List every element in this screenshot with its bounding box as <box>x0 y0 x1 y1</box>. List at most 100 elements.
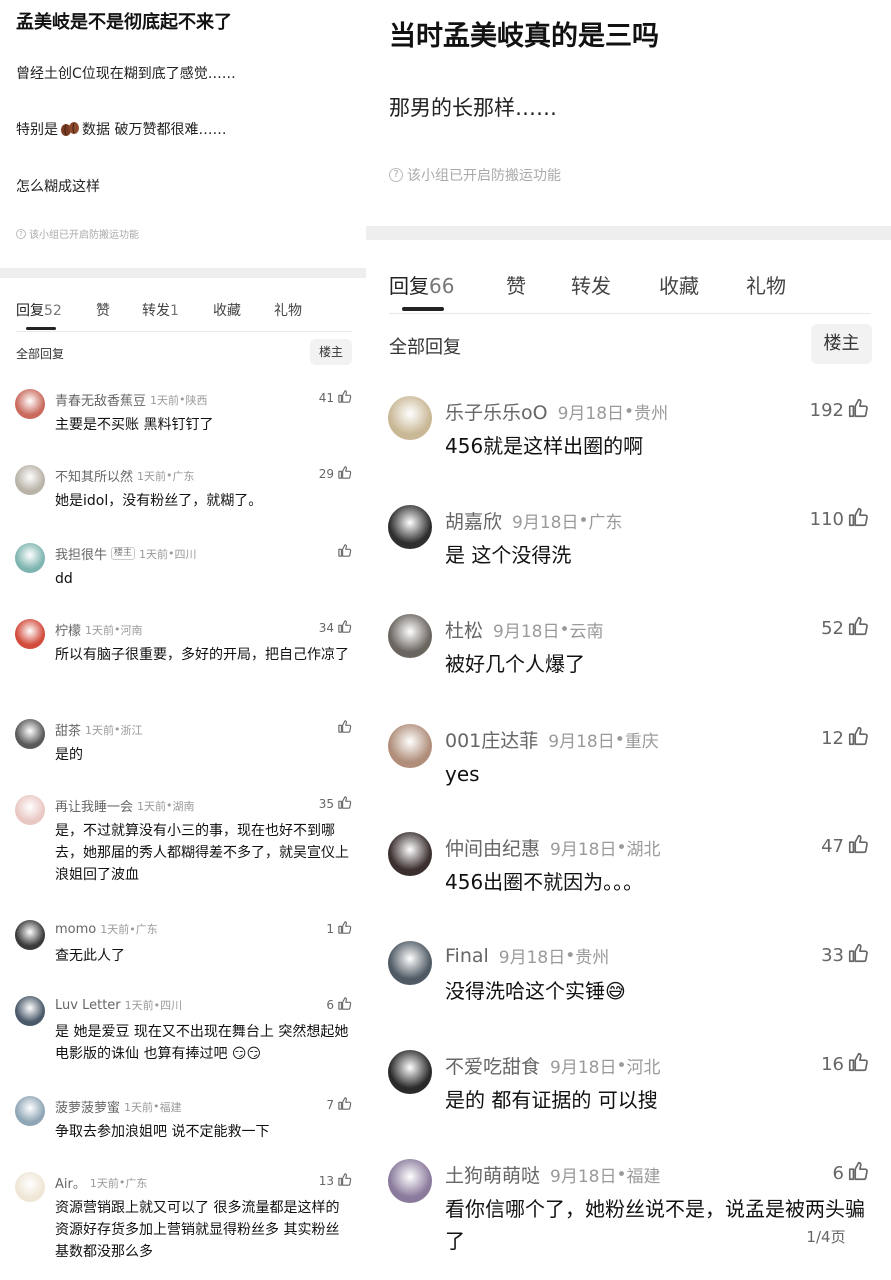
host-only-button[interactable]: 楼主 <box>811 324 872 364</box>
commenter-name[interactable]: 不爱吃甜食 <box>445 1052 540 1079</box>
like-button[interactable]: 35 <box>319 795 352 813</box>
tab-reposts[interactable]: 转发1 <box>142 300 179 320</box>
avatar[interactable] <box>388 614 432 658</box>
avatar[interactable] <box>15 719 45 749</box>
meta-separator: • <box>578 510 589 531</box>
avatar[interactable] <box>15 795 45 825</box>
commenter-name[interactable]: 甜茶 <box>55 720 81 739</box>
commenter-name[interactable]: Air。 <box>55 1173 86 1192</box>
comment-text: 是的 都有证据的 可以搜 <box>445 1088 658 1112</box>
post-body-line: 曾经土创C位现在糊到底了感觉…… <box>16 66 236 82</box>
comment-location: 贵州 <box>575 948 610 968</box>
avatar[interactable] <box>388 832 432 876</box>
comment-time: 9月18日 <box>493 622 560 642</box>
tab-replies[interactable]: 回复66 <box>389 270 454 299</box>
like-button[interactable]: 16 <box>821 1051 869 1078</box>
like-button[interactable]: 7 <box>326 1096 352 1114</box>
avatar[interactable] <box>15 543 45 573</box>
like-button[interactable] <box>334 543 352 561</box>
like-button[interactable]: 6 <box>326 996 352 1014</box>
like-button[interactable]: 33 <box>821 942 869 969</box>
commenter-name[interactable]: 再让我睡一会 <box>55 796 133 815</box>
commenter-name[interactable]: 胡嘉欣 <box>445 507 502 534</box>
anti-repost-notice: ? 该小组已开启防搬运功能 <box>16 226 139 241</box>
like-count: 34 <box>318 621 334 635</box>
comment-time: 9月18日 <box>550 840 617 860</box>
tab-divider <box>389 313 871 314</box>
avatar[interactable] <box>15 1172 45 1202</box>
commenter-name[interactable]: 仲间由纪惠 <box>445 834 540 861</box>
like-button[interactable]: 52 <box>821 615 869 642</box>
comment-header: 胡嘉欣 9月18日 • 广东 <box>445 507 623 534</box>
avatar[interactable] <box>15 920 45 950</box>
comment-location: 贵州 <box>634 404 669 424</box>
commenter-name[interactable]: 青春无敌香蕉豆 <box>55 390 146 409</box>
avatar[interactable] <box>15 389 45 419</box>
like-button[interactable]: 34 <box>319 619 352 637</box>
commenter-name[interactable]: 乐子乐乐oO <box>445 398 548 425</box>
like-count: 41 <box>318 391 334 405</box>
thumbs-up-icon <box>337 1096 352 1114</box>
commenter-name[interactable]: 我担很牛 <box>55 544 107 563</box>
commenter-name[interactable]: 001庄达菲 <box>445 726 538 753</box>
comment-location: 四川 <box>160 999 183 1012</box>
like-button[interactable]: 6 <box>833 1160 869 1187</box>
avatar[interactable] <box>15 465 45 495</box>
question-circle-icon: ? <box>16 228 26 239</box>
tab-likes[interactable]: 赞 <box>506 270 526 299</box>
like-button[interactable]: 192 <box>810 397 869 424</box>
comment-header: 再让我睡一会 1天前 • 湖南 <box>55 796 195 815</box>
commenter-name[interactable]: 不知其所以然 <box>55 466 133 485</box>
host-only-button[interactable]: 楼主 <box>310 339 352 365</box>
avatar[interactable] <box>15 619 45 649</box>
tab-favorites[interactable]: 收藏 <box>213 300 241 320</box>
comment-time: 1天前 <box>150 393 180 407</box>
thumbs-up-icon <box>337 389 352 407</box>
comment-location: 广东 <box>125 1176 148 1190</box>
comment-location: 河南 <box>120 623 143 637</box>
commenter-name[interactable]: 柠檬 <box>55 620 81 639</box>
host-badge: 楼主 <box>111 546 136 561</box>
comment-time: 9月18日 <box>550 1167 617 1187</box>
avatar[interactable] <box>15 1096 45 1126</box>
tab-count: 66 <box>429 274 455 298</box>
like-button[interactable]: 12 <box>821 725 869 752</box>
thumbs-up-icon <box>337 795 352 813</box>
commenter-name[interactable]: 菠萝菠萝蜜 <box>55 1097 120 1116</box>
commenter-name[interactable]: 土狗萌萌哒 <box>445 1161 540 1188</box>
commenter-name[interactable]: momo <box>55 922 96 937</box>
comment-header: 菠萝菠萝蜜 1天前 • 福建 <box>55 1097 182 1116</box>
avatar[interactable] <box>388 724 432 768</box>
like-button[interactable]: 13 <box>319 1172 352 1190</box>
comment-location: 广东 <box>588 513 623 533</box>
like-button[interactable]: 47 <box>821 833 869 860</box>
comment-location: 福建 <box>626 1167 661 1187</box>
page-indicator[interactable]: 1/4页 <box>791 1224 861 1250</box>
commenter-name[interactable]: Luv Letter <box>55 998 121 1013</box>
avatar[interactable] <box>15 996 45 1026</box>
right-post-panel: 当时孟美岐真的是三吗 那男的长那样…… ? 该小组已开启防搬运功能 回复66 赞… <box>366 0 891 1280</box>
like-count: 6 <box>326 998 334 1012</box>
tab-gifts[interactable]: 礼物 <box>274 300 302 320</box>
avatar[interactable] <box>388 1050 432 1094</box>
like-button[interactable]: 29 <box>319 465 352 483</box>
like-button[interactable]: 41 <box>319 389 352 407</box>
comment-text: 查无此人了 <box>55 948 125 964</box>
avatar[interactable] <box>388 1159 432 1203</box>
tab-replies[interactable]: 回复52 <box>16 300 62 320</box>
meta-separator: • <box>565 945 576 966</box>
like-button[interactable]: 1 <box>326 920 352 938</box>
tab-gifts[interactable]: 礼物 <box>746 270 786 299</box>
comment-text: 她是idol，没有粉丝了，就糊了。 <box>55 493 263 509</box>
like-button[interactable]: 110 <box>810 506 869 533</box>
commenter-name[interactable]: 杜松 <box>445 616 483 643</box>
avatar[interactable] <box>388 396 432 440</box>
avatar[interactable] <box>388 505 432 549</box>
tab-favorites[interactable]: 收藏 <box>659 270 699 299</box>
comment-time: 9月18日 <box>498 948 566 968</box>
avatar[interactable] <box>388 941 432 985</box>
like-button[interactable] <box>334 719 352 737</box>
commenter-name[interactable]: Final <box>445 945 489 967</box>
tab-likes[interactable]: 赞 <box>96 300 110 320</box>
tab-reposts[interactable]: 转发 <box>571 270 611 299</box>
